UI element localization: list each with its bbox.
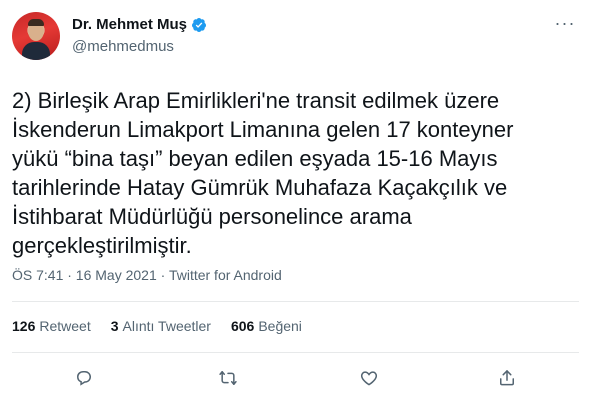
tweet-text: 2) Birleşik Arap Emirlikleri'ne transit … [12,86,579,260]
tweet-text-line: İskenderun Limakport Limanına gelen 17 k… [12,117,514,142]
like-count: 606 [230,318,255,334]
tweet-stats: 126 Retweet 3 Alıntı Tweetler 606 Beğeni [12,318,322,334]
display-name[interactable]: Dr. Mehmet Muş [72,16,187,33]
share-icon[interactable] [495,366,519,390]
like-stat[interactable]: 606 Beğeni [231,318,302,334]
tweet-actions [12,362,579,396]
handle[interactable]: @mehmedmus [72,38,174,55]
verified-badge-icon [191,17,207,33]
tweet-header: Dr. Mehmet Muş @mehmedmus ··· [12,10,579,66]
retweet-label: Retweet [39,318,91,334]
quote-label: Alıntı Tweetler [122,318,211,334]
tweet-timestamp[interactable]: ÖS 7:41 · 16 May 2021 · Twitter for Andr… [12,267,282,283]
tweet-text-line: yükü “bina taşı” beyan edilen eşyada 15-… [12,146,498,171]
tweet-card: Dr. Mehmet Muş @mehmedmus ··· 2) Birleşi… [0,0,591,405]
avatar-suit [22,42,50,60]
divider [12,352,579,353]
divider [12,301,579,302]
tweet-text-line: tarihlerinde Hatay Gümrük Muhafaza Kaçak… [12,175,508,200]
tweet-text-line: gerçekleştirilmiştir. [12,233,192,258]
quote-count: 3 [110,318,119,334]
avatar[interactable] [12,12,60,60]
quote-stat[interactable]: 3 Alıntı Tweetler [111,318,211,334]
like-icon[interactable] [357,366,381,390]
like-label: Beğeni [258,318,302,334]
tweet-text-line: İstihbarat Müdürlüğü personelince arama [12,204,412,229]
name-row: Dr. Mehmet Muş [72,16,207,33]
avatar-hair [28,19,44,26]
reply-icon[interactable] [72,366,96,390]
more-options-icon[interactable]: ··· [553,14,577,34]
retweet-stat[interactable]: 126 Retweet [12,318,91,334]
retweet-count: 126 [12,318,36,334]
tweet-text-line: 2) Birleşik Arap Emirlikleri'ne transit … [12,88,500,113]
retweet-icon[interactable] [216,366,240,390]
